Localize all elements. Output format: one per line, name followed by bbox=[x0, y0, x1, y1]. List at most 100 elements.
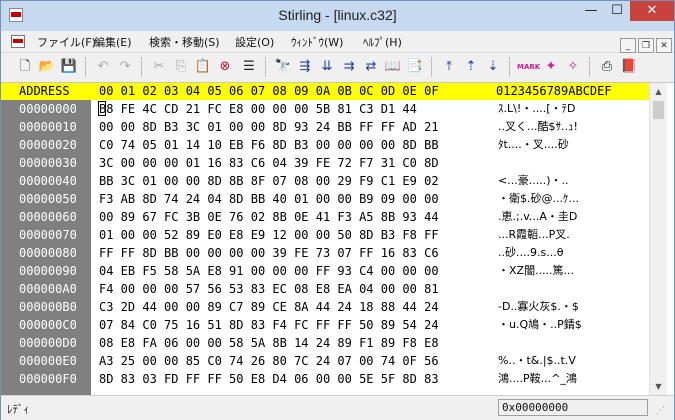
hex-row[interactable]: 00000040 BB 3C 01 00 00 8D 8B 8F 07 08 00… bbox=[1, 172, 649, 190]
row-address: 00000010 bbox=[19, 120, 77, 134]
row-hex-bytes[interactable]: C3 2D 44 00 00 89 C7 89 CE 8A 44 24 18 8… bbox=[99, 298, 439, 316]
row-hex-bytes[interactable]: 3C 00 00 00 01 16 83 C6 04 39 FE 72 F7 3… bbox=[99, 154, 439, 172]
menu-settings[interactable]: 設定(O) bbox=[235, 34, 274, 50]
row-text[interactable]: ﾀt....・叉....砂 bbox=[498, 136, 569, 154]
row-hex-bytes[interactable]: C0 74 05 01 14 10 EB F6 8D B3 00 00 00 0… bbox=[99, 136, 439, 154]
row-text[interactable]: ..叉く...酷$ｻ..ｭ! bbox=[498, 118, 578, 136]
ascii-header: 0123456789ABCDEF bbox=[496, 84, 612, 98]
print-icon[interactable]: ⎙ bbox=[597, 57, 617, 77]
hex-row[interactable]: 000000B0 C3 2D 44 00 00 89 C7 89 CE 8A 44… bbox=[1, 298, 649, 316]
compare-next-icon[interactable]: 📑 bbox=[405, 57, 425, 77]
row-hex-bytes[interactable]: FF FF 8D BB 00 00 00 00 39 FE 73 07 FF 1… bbox=[99, 244, 439, 262]
mdi-minimize-button[interactable]: _ bbox=[620, 38, 636, 53]
goto-start-icon[interactable]: ⤒ bbox=[439, 57, 459, 77]
find-icon[interactable]: 🔭 bbox=[273, 57, 293, 77]
menu-window[interactable]: ｳｨﾝﾄﾞｳ(W) bbox=[291, 34, 343, 50]
help-book-icon[interactable]: 📕 bbox=[619, 57, 639, 77]
row-address: 000000C0 bbox=[19, 318, 77, 332]
hex-row[interactable]: 000000D0 08 E8 FA 06 00 00 58 5A 8B 14 24… bbox=[1, 334, 649, 352]
row-hex-bytes[interactable]: 00 89 67 FC 3B 0E 76 02 8B 0E 41 F3 A5 8… bbox=[99, 208, 439, 226]
undo-icon[interactable]: ↶ bbox=[93, 57, 113, 77]
row-hex-bytes[interactable]: 00 00 8D B3 3C 01 00 00 8D 93 24 BB FF F… bbox=[99, 118, 439, 136]
minimize-button[interactable]: — bbox=[578, 1, 604, 21]
scroll-thumb[interactable] bbox=[653, 101, 664, 119]
title-bar[interactable]: Stirling - [linux.c32] — ☐ ✕ bbox=[1, 1, 674, 31]
justify-icon[interactable]: ☰ bbox=[239, 57, 259, 77]
hex-row[interactable]: 00000090 04 EB F5 58 5A E8 91 00 00 00 FF… bbox=[1, 262, 649, 280]
row-address: 00000090 bbox=[19, 264, 77, 278]
row-text[interactable]: ..砂....9.s...θ bbox=[498, 244, 563, 262]
hex-row[interactable]: 00000010 00 00 8D B3 3C 01 00 00 8D 93 24… bbox=[1, 118, 649, 136]
paste-icon[interactable]: 📋 bbox=[193, 57, 213, 77]
window-title: Stirling - [linux.c32] bbox=[278, 7, 397, 23]
row-hex-bytes[interactable]: F4 00 00 00 57 56 53 83 EC 08 E8 EA 04 0… bbox=[99, 280, 439, 298]
compare-icon[interactable]: 📖 bbox=[383, 57, 403, 77]
row-text[interactable]: ・u.Q鳩・..P錆$ bbox=[498, 316, 582, 334]
row-hex-bytes[interactable]: 8D 83 03 FD FF FF 50 E8 D4 06 00 00 5E 5… bbox=[99, 370, 439, 388]
cut-icon[interactable]: ✂ bbox=[149, 57, 169, 77]
menu-help[interactable]: ﾍﾙﾌﾟ(H) bbox=[363, 34, 402, 50]
row-text[interactable]: ・衛$.砂@...ｹ... bbox=[498, 190, 579, 208]
menu-edit[interactable]: 編集(E) bbox=[94, 34, 132, 50]
row-hex-bytes[interactable]: A3 25 00 00 85 C0 74 26 80 7C 24 07 00 7… bbox=[99, 352, 439, 370]
row-text[interactable]: <...豪.....)・.. bbox=[498, 172, 568, 190]
mark-prev-icon[interactable]: ✧ bbox=[563, 57, 583, 77]
row-text[interactable]: 鴻....P鞍...^_鴻 bbox=[498, 370, 577, 388]
row-hex-bytes[interactable]: 07 84 C0 75 16 51 8D 83 F4 FC FF FF 50 8… bbox=[99, 316, 439, 334]
row-text[interactable]: ...R霞韜...P叉. bbox=[498, 226, 570, 244]
hex-row[interactable]: 00000060 00 89 67 FC 3B 0E 76 02 8B 0E 41… bbox=[1, 208, 649, 226]
mark-icon[interactable]: MARK bbox=[517, 57, 540, 77]
row-address: 000000D0 bbox=[19, 336, 77, 350]
menu-search-move[interactable]: 検索・移動(S) bbox=[149, 34, 220, 50]
edit-cursor bbox=[98, 101, 106, 116]
row-text[interactable]: ・XZ闇.....篤... bbox=[498, 262, 574, 280]
mark-next-icon[interactable]: ✦ bbox=[541, 57, 561, 77]
copy-icon[interactable]: ⎘ bbox=[171, 57, 191, 77]
status-text: ﾚﾃﾞｨ bbox=[7, 403, 29, 416]
row-text[interactable]: -D..寡火灰$.・$ bbox=[498, 298, 579, 316]
hex-row[interactable]: 000000F0 8D 83 03 FD FF FF 50 E8 D4 06 00… bbox=[1, 370, 649, 388]
hex-editor-view[interactable]: ADDRESS 00 01 02 03 04 05 06 07 08 09 0A… bbox=[1, 83, 674, 395]
save-icon[interactable]: 💾 bbox=[59, 57, 79, 77]
hex-row[interactable]: 00000070 01 00 00 52 89 E0 E8 E9 12 00 00… bbox=[1, 226, 649, 244]
scroll-up-icon[interactable]: ▲ bbox=[650, 83, 667, 100]
menu-file[interactable]: ファイル(F) bbox=[37, 34, 96, 50]
row-hex-bytes[interactable]: B8 FE 4C CD 21 FC E8 00 00 00 5B 81 C3 D… bbox=[99, 100, 417, 118]
new-file-icon[interactable]: 🗋 bbox=[15, 57, 35, 77]
row-hex-bytes[interactable]: BB 3C 01 00 00 8D 8B 8F 07 08 00 29 F9 C… bbox=[99, 172, 439, 190]
scroll-down-icon[interactable]: ▼ bbox=[650, 378, 667, 395]
hex-row[interactable]: 00000080 FF FF 8D BB 00 00 00 00 39 FE 73… bbox=[1, 244, 649, 262]
redo-icon[interactable]: ↷ bbox=[115, 57, 135, 77]
row-hex-bytes[interactable]: 04 EB F5 58 5A E8 91 00 00 00 FF 93 C4 0… bbox=[99, 262, 439, 280]
hex-row[interactable]: 000000A0 F4 00 00 00 57 56 53 83 EC 08 E8… bbox=[1, 280, 649, 298]
hex-row[interactable]: 00000050 F3 AB 8D 74 24 04 8D BB 40 01 00… bbox=[1, 190, 649, 208]
find-ab-icon[interactable]: ⇄ bbox=[361, 57, 381, 77]
row-address: 00000000 bbox=[19, 102, 77, 116]
find-replace-icon[interactable]: ⇉ bbox=[339, 57, 359, 77]
row-text[interactable]: %..・t&.|$..t.V bbox=[498, 352, 576, 370]
close-button[interactable]: ✕ bbox=[630, 1, 674, 21]
toolbar: 🗋 📂 💾 ↶ ↷ ✂ ⎘ 📋 ⊗ ☰ 🔭 ⇶ ⇊ ⇉ ⇄ 📖 📑 ⤒ ⇡ ⇣ … bbox=[1, 53, 674, 83]
hex-row[interactable]: 000000E0 A3 25 00 00 85 C0 74 26 80 7C 24… bbox=[1, 352, 649, 370]
row-hex-bytes[interactable]: 08 E8 FA 06 00 00 58 5A 8B 14 24 89 F1 8… bbox=[99, 334, 439, 352]
row-text[interactable]: .恵.;.v...A・圭D bbox=[498, 208, 577, 226]
status-bar: ﾚﾃﾞｨ 0x00000000 ⋰ bbox=[1, 395, 674, 420]
goto-up-icon[interactable]: ⇡ bbox=[461, 57, 481, 77]
vertical-scrollbar[interactable]: ▲ ▼ bbox=[649, 83, 667, 395]
row-text[interactable]: ｽ.L\!・....[・ﾃD bbox=[498, 100, 576, 118]
delete-icon[interactable]: ⊗ bbox=[215, 57, 235, 77]
find-down-icon[interactable]: ⇊ bbox=[317, 57, 337, 77]
hex-row[interactable]: 000000C0 07 84 C0 75 16 51 8D 83 F4 FC FF… bbox=[1, 316, 649, 334]
hex-row[interactable]: 00000030 3C 00 00 00 01 16 83 C6 04 39 FE… bbox=[1, 154, 649, 172]
maximize-button[interactable]: ☐ bbox=[604, 1, 630, 21]
find-next-icon[interactable]: ⇶ bbox=[295, 57, 315, 77]
document-menu-icon[interactable] bbox=[11, 35, 25, 48]
row-hex-bytes[interactable]: 01 00 00 52 89 E0 E8 E9 12 00 00 50 8D B… bbox=[99, 226, 439, 244]
mdi-restore-button[interactable]: ❐ bbox=[638, 38, 654, 53]
open-folder-icon[interactable]: 📂 bbox=[37, 57, 57, 77]
mdi-close-button[interactable]: ✕ bbox=[656, 38, 672, 53]
row-hex-bytes[interactable]: F3 AB 8D 74 24 04 8D BB 40 01 00 00 B9 0… bbox=[99, 190, 439, 208]
resize-grip-icon[interactable]: ⋰ bbox=[656, 406, 665, 416]
hex-row[interactable]: 00000020 C0 74 05 01 14 10 EB F6 8D B3 00… bbox=[1, 136, 649, 154]
goto-down-icon[interactable]: ⇣ bbox=[483, 57, 503, 77]
